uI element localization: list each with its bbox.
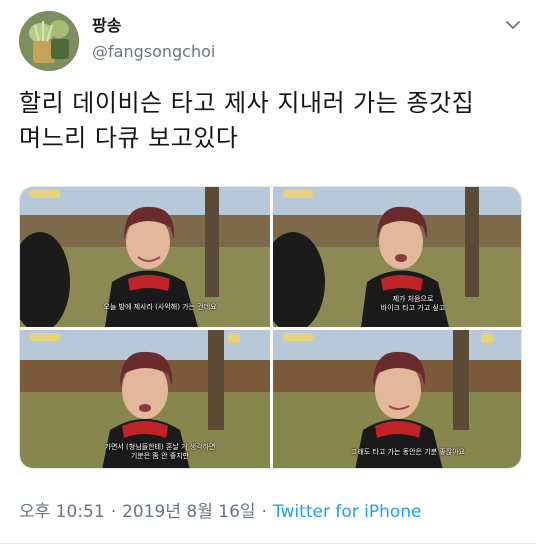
- author-handle[interactable]: @fangsongchoi: [92, 42, 215, 62]
- tweet-card: 팡송 @fangsongchoi 할리 데이비슨 타고 제사 지내러 가는 종갓…: [0, 0, 536, 545]
- media-image-1[interactable]: 오늘 밤에 제사라 (사악해) 가는 건데요: [20, 187, 270, 327]
- tweet-source-link[interactable]: Twitter for iPhone: [273, 502, 422, 522]
- media-caption: 오늘 밤에 제사라 (사악해) 가는 건데요: [103, 303, 217, 311]
- author-display-name[interactable]: 팡송: [92, 16, 121, 36]
- tweet-text-line: 할리 데이비슨 타고 제사 지내러 가는 종갓집: [19, 89, 475, 117]
- chevron-down-icon[interactable]: [504, 16, 522, 34]
- media-caption: 제가 처음으로 바이크 타고 가고 싶고: [380, 295, 446, 312]
- media-grid: 오늘 밤에 제사라 (사악해) 가는 건데요 제가 처음으로 바이크 타고 가고: [19, 186, 522, 469]
- tweet-text-line: 며느리 다큐 보고있다: [19, 124, 239, 152]
- tweet-footer: 오후 10:51 · 2019년 8월 16일 · Twitter for iPhone: [19, 500, 422, 524]
- media-image-4[interactable]: 그래도 타고 가는 동안은 기분 좋잖아요: [273, 330, 521, 468]
- tweet-text: 할리 데이비슨 타고 제사 지내러 가는 종갓집 며느리 다큐 보고있다: [19, 86, 524, 156]
- separator: ·: [261, 502, 267, 522]
- avatar[interactable]: [19, 11, 79, 71]
- media-caption: 그래도 타고 가는 동안은 기분 좋잖아요: [350, 448, 466, 456]
- media-image-3[interactable]: 가면서 (형님들한테) 혼날 거 생각하면 기분은 좀 안 좋지만: [20, 330, 270, 468]
- separator: ·: [110, 502, 117, 522]
- tweet-date[interactable]: 2019년 8월 16일: [122, 502, 255, 522]
- divider: [0, 543, 536, 544]
- media-caption: 가면서 (형님들한테) 혼날 거 생각하면 기분은 좀 안 좋지만: [104, 443, 216, 460]
- tweet-time[interactable]: 오후 10:51: [19, 502, 105, 522]
- media-image-2[interactable]: 제가 처음으로 바이크 타고 가고 싶고: [273, 187, 521, 327]
